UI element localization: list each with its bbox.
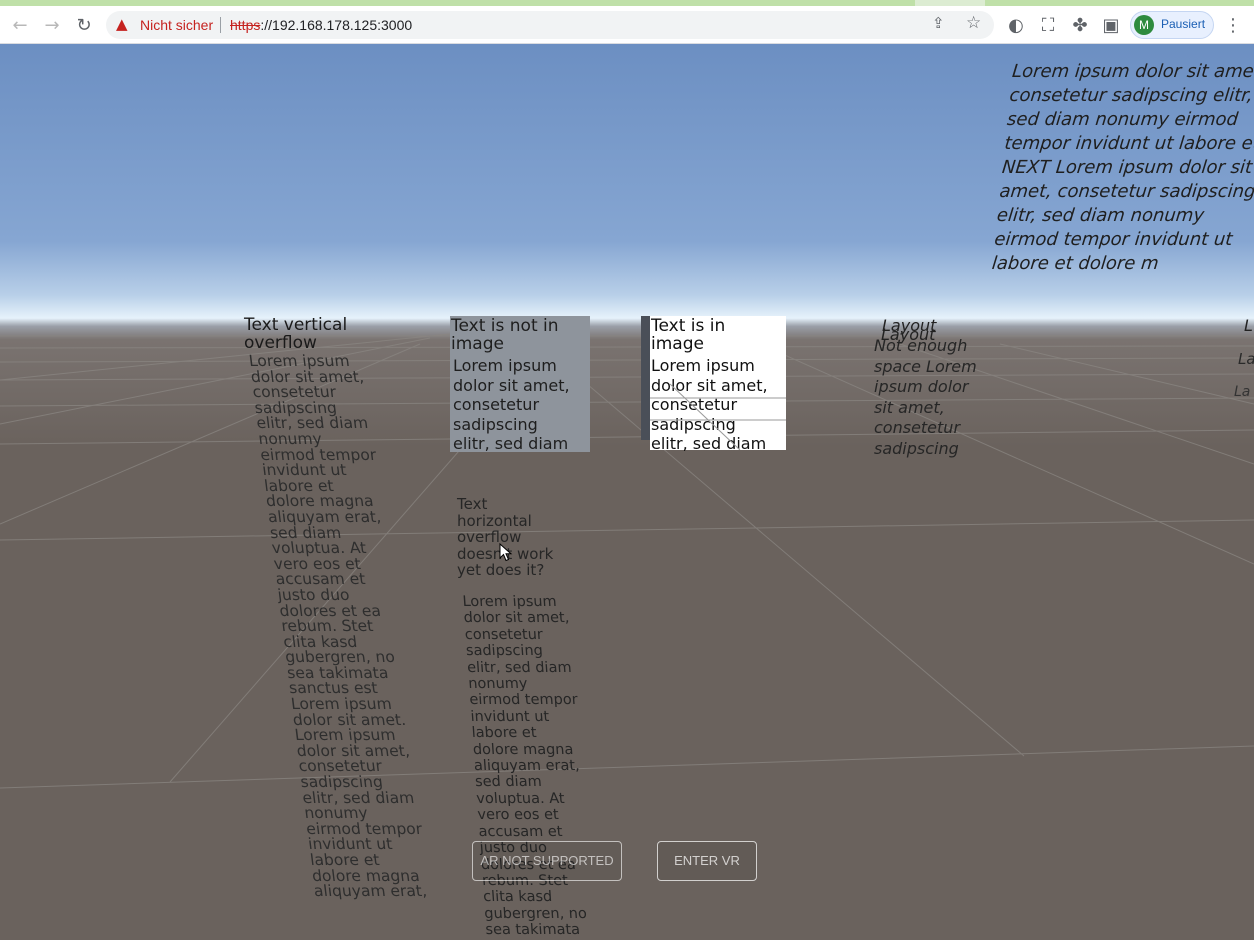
menu-icon[interactable]: ⋮ <box>1219 11 1247 39</box>
warning-icon[interactable]: ▲ <box>116 15 128 33</box>
extensions-puzzle-icon[interactable]: ✤ <box>1066 11 1094 39</box>
forward-icon[interactable]: → <box>38 11 66 39</box>
bookmark-star-icon[interactable]: ☆ <box>966 13 981 33</box>
url-host: ://192.168.178.125:3000 <box>260 17 413 33</box>
url-text[interactable]: https://192.168.178.125:3000 <box>230 17 412 33</box>
panel-not-in-image-body: Lorem ipsum dolor sit amet, consetetur s… <box>453 356 570 453</box>
profile-status-label: Pausiert <box>1161 17 1206 31</box>
extension-icon[interactable]: ◐ <box>1002 11 1030 39</box>
vr-scene-canvas[interactable]: Lorem ipsum dolor sit amet, consetetur s… <box>0 44 1254 940</box>
sky-text-block: Lorem ipsum dolor sit amet, consetetur s… <box>990 61 1254 274</box>
panel-edge-text-a: L <box>1244 316 1253 335</box>
reload-icon[interactable]: ↻ <box>70 11 98 39</box>
screen-capture-icon[interactable]: ⛶ <box>1034 11 1062 39</box>
panel-edge-text-b: La <box>1238 350 1254 368</box>
share-icon[interactable]: ⇪ <box>932 14 945 32</box>
security-label[interactable]: Nicht sicher <box>140 17 213 33</box>
mouse-cursor-icon <box>499 543 513 562</box>
address-separator <box>220 17 221 33</box>
enter-vr-button[interactable]: ENTER VR <box>657 841 757 881</box>
profile-button[interactable]: M Pausiert <box>1130 11 1214 39</box>
address-bar[interactable]: ▲ Nicht sicher https://192.168.178.125:3… <box>106 11 994 39</box>
avatar: M <box>1134 15 1154 35</box>
panel-in-image-grid-overlay <box>650 383 786 450</box>
panel-vertical-overflow-title: Text vertical overflow <box>244 315 348 353</box>
panel-edge-text-c: La <box>1234 384 1251 400</box>
back-icon[interactable]: ← <box>6 11 34 39</box>
panel-not-in-image-title: Text is not in image <box>451 316 559 354</box>
url-scheme: https <box>230 17 261 33</box>
browser-toolbar: ← → ↻ ▲ Nicht sicher https://192.168.178… <box>0 6 1254 44</box>
panel-horizontal-overflow-title: Text horizontal overflow doesn't work ye… <box>457 495 554 579</box>
ar-not-supported-button[interactable]: AR NOT SUPPORTED <box>472 841 622 881</box>
panel-layout-body: Not enough space Lorem ipsum dolor sit a… <box>874 336 977 458</box>
side-panel-icon[interactable]: ▣ <box>1097 11 1125 39</box>
